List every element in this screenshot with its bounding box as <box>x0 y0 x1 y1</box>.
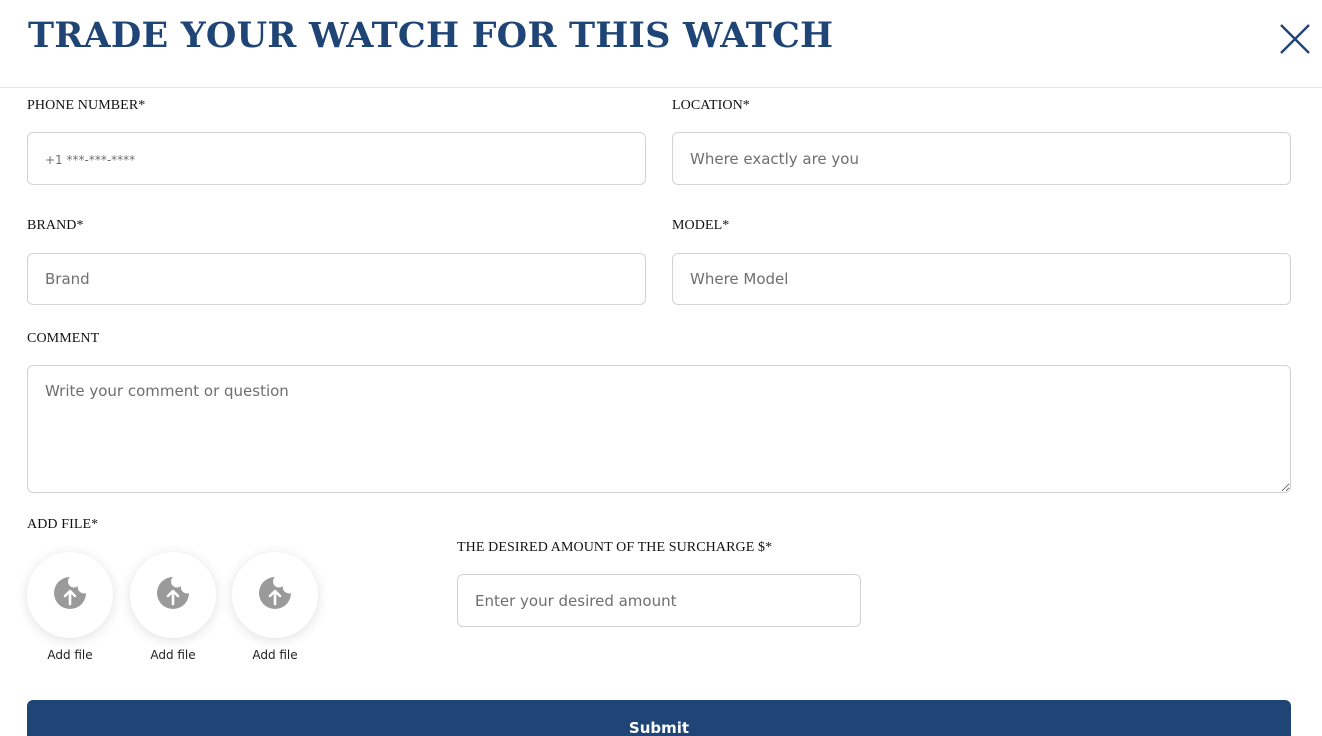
brand-input[interactable] <box>27 253 646 305</box>
phone-input[interactable] <box>27 132 646 185</box>
file-upload-button-3[interactable] <box>232 552 318 638</box>
upload-icon <box>157 577 189 609</box>
dialog-header: TRADE YOUR WATCH FOR THIS WATCH <box>0 0 1322 88</box>
model-label: MODEL* <box>672 218 730 233</box>
dialog-title: TRADE YOUR WATCH FOR THIS WATCH <box>28 15 834 56</box>
location-input[interactable] <box>672 132 1291 185</box>
model-input[interactable] <box>672 253 1291 305</box>
close-button[interactable] <box>1278 22 1312 56</box>
location-label: LOCATION* <box>672 98 750 113</box>
close-icon <box>1280 24 1310 54</box>
upload-icon <box>54 577 86 609</box>
file-upload-button-2[interactable] <box>130 552 216 638</box>
comment-label: COMMENT <box>27 331 100 346</box>
surcharge-amount-input[interactable] <box>457 574 861 627</box>
upload-icon <box>259 577 291 609</box>
comment-textarea[interactable] <box>27 365 1291 493</box>
file-upload-button-1[interactable] <box>27 552 113 638</box>
file-upload-label-1: Add file <box>47 648 93 662</box>
file-upload-label-3: Add file <box>252 648 298 662</box>
file-upload-label-2: Add file <box>150 648 196 662</box>
add-file-label: ADD FILE* <box>27 517 99 532</box>
brand-label: BRAND* <box>27 218 84 233</box>
trade-watch-dialog: TRADE YOUR WATCH FOR THIS WATCH PHONE NU… <box>0 0 1322 736</box>
submit-button[interactable]: Submit <box>27 700 1291 736</box>
phone-label: PHONE NUMBER* <box>27 98 146 113</box>
surcharge-label: THE DESIRED AMOUNT OF THE SURCHARGE $* <box>457 540 773 555</box>
